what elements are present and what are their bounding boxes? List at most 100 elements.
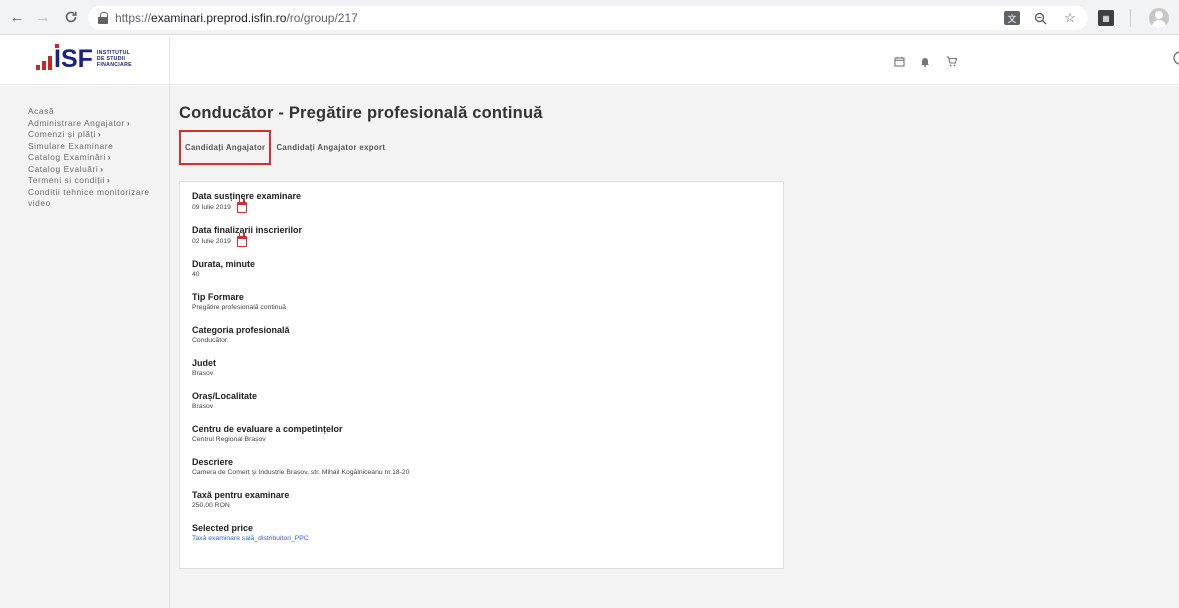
sidebar-item-administrare-angajator[interactable]: Administrare Angajator › xyxy=(28,118,169,130)
back-arrow-icon[interactable]: ← xyxy=(6,6,28,28)
url-host: examinari.preprod.isfin.ro xyxy=(151,11,287,25)
field-data-sustinere: Data susținere examinare 09 Iulie 2019 xyxy=(192,191,783,213)
url-scheme: https:// xyxy=(115,11,152,25)
lock-icon xyxy=(98,12,108,24)
field-value: Conducător xyxy=(192,337,228,344)
sidebar-item-simulare-examinare[interactable]: Simulare Examinare xyxy=(28,141,169,153)
calendar-icon[interactable] xyxy=(236,199,247,213)
chevron-right-icon: › xyxy=(100,163,104,174)
chevron-right-icon: › xyxy=(97,129,102,139)
forward-arrow-icon[interactable]: → xyxy=(32,6,54,28)
field-label: Oraș/Localitate xyxy=(192,391,258,401)
browser-actions: 文 ☆ ▦ xyxy=(1004,6,1169,30)
calendar-icon[interactable] xyxy=(893,55,905,67)
logo-subtitle: INSTITUTUL DE STUDII FINANCIARE xyxy=(97,50,132,68)
field-data-finalizare: Data finalizarii inscrierilor 02 Iulie 2… xyxy=(192,225,783,247)
page-title: Conducător - Pregătire profesională cont… xyxy=(179,104,543,122)
toolbar-separator xyxy=(1130,9,1131,27)
field-value: Pregătire profesională continuă xyxy=(192,304,287,311)
sidebar-item-termeni-si-conditii[interactable]: Termeni si condiții › xyxy=(28,175,169,187)
field-value-text: 02 Iulie 2019 xyxy=(192,237,231,245)
field-label: Data susținere examinare xyxy=(192,191,302,201)
logo-line: FINANCIARE xyxy=(96,62,132,68)
calendar-icon[interactable] xyxy=(236,233,247,247)
field-value: 250,00 RON xyxy=(192,502,230,509)
field-label: Judet xyxy=(192,358,217,368)
tab-candidati-angajator[interactable]: Candidați Angajator xyxy=(179,130,272,165)
field-label: Categoria profesională xyxy=(192,325,290,335)
logo-bars-icon xyxy=(36,48,52,70)
header-divider xyxy=(169,36,170,85)
field-label: Tip Formare xyxy=(192,292,244,302)
field-centru-evaluare: Centru de evaluare a competințelor Centr… xyxy=(192,424,783,445)
isf-logo[interactable]: ISF INSTITUTUL DE STUDII FINANCIARE xyxy=(36,42,144,76)
sidebar-item-comenzi-si-plati[interactable]: Comenzi și plăți › xyxy=(28,129,169,141)
sidebar-item-label: Catalog Evaluări xyxy=(28,163,99,174)
reload-icon-svg xyxy=(65,11,77,23)
sidebar-item-label: Conditii tehnice monitorizare video xyxy=(28,186,150,209)
profile-avatar-icon[interactable] xyxy=(1149,8,1169,28)
field-label: Data finalizarii inscrierilor xyxy=(192,225,303,235)
logo-bar xyxy=(48,56,52,70)
field-value: Centrul Regional Brașov xyxy=(192,436,266,443)
field-value-text: 09 Iulie 2019 xyxy=(192,203,231,211)
chevron-right-icon: › xyxy=(107,175,111,185)
field-label: Descriere xyxy=(192,457,234,467)
logo-bar xyxy=(36,65,40,70)
header-icons xyxy=(893,55,957,67)
field-descriere: Descriere Camera de Comerț și Industrie … xyxy=(192,457,783,478)
browser-toolbar: ← → https://examinari.preprod.isfin.ro/r… xyxy=(0,0,1179,35)
translate-icon[interactable]: 文 xyxy=(1004,11,1020,25)
field-label: Selected price xyxy=(192,523,254,533)
sidebar-item-conditii-tehnice[interactable]: Conditii tehnice monitorizare video xyxy=(28,187,158,210)
url-path: /ro/group/217 xyxy=(286,11,358,25)
field-value: 02 Iulie 2019 xyxy=(192,233,783,247)
field-durata: Durata, minute 40 xyxy=(192,259,783,280)
calendar-icon-svg xyxy=(893,56,905,67)
sidebar-item-catalog-evaluari[interactable]: Catalog Evaluări › xyxy=(28,164,169,176)
sidebar: Acasă Administrare Angajator › Comenzi și… xyxy=(0,86,170,608)
sidebar-item-catalog-examinari[interactable]: Catalog Examinări › xyxy=(28,152,169,164)
sidebar-item-label: Acasă xyxy=(28,106,55,116)
cart-icon[interactable] xyxy=(945,55,957,67)
user-menu-icon[interactable] xyxy=(1173,51,1179,68)
group-details-card: Data susținere examinare 09 Iulie 2019 D… xyxy=(179,181,784,569)
field-value: Camera de Comerț și Industrie Brașov, st… xyxy=(192,469,410,476)
field-categoria-profesionala: Categoria profesională Conducător xyxy=(192,325,783,346)
field-value: Brasov xyxy=(192,403,214,410)
extension-icon[interactable]: ▦ xyxy=(1098,10,1114,26)
sidebar-item-acasa[interactable]: Acasă xyxy=(28,106,169,118)
field-value: 09 Iulie 2019 xyxy=(192,199,783,213)
tab-bar: Candidați Angajator Candidați Angajator … xyxy=(179,130,390,165)
main-content: Conducător - Pregătire profesională cont… xyxy=(170,86,1179,608)
field-selected-price: Selected price Taxă examinare sală_distr… xyxy=(192,523,783,544)
chevron-right-icon: › xyxy=(126,117,131,128)
star-icon[interactable]: ☆ xyxy=(1060,8,1080,28)
tab-candidati-angajator-export[interactable]: Candidați Angajator export xyxy=(271,135,390,160)
field-tip-formare: Tip Formare Pregătire profesională conti… xyxy=(192,292,783,313)
sidebar-item-label: Simulare Examinare xyxy=(28,140,114,151)
field-value: 40 xyxy=(192,271,200,278)
reload-icon[interactable] xyxy=(60,6,82,28)
selected-price-link[interactable]: Taxă examinare sală_distribuitori_PPC xyxy=(192,534,783,544)
logo-wordmark: ISF xyxy=(54,43,93,73)
field-label: Durata, minute xyxy=(192,259,256,269)
field-judet: Judet Brasov xyxy=(192,358,783,379)
address-bar[interactable]: https://examinari.preprod.isfin.ro/ro/gr… xyxy=(88,6,1088,30)
zoom-icon-svg xyxy=(1034,12,1046,24)
sidebar-item-label: Termeni si condiții xyxy=(28,175,106,185)
bell-icon[interactable] xyxy=(919,55,931,67)
field-taxa-examinare: Taxă pentru examinare 250,00 RON xyxy=(192,490,783,511)
sidebar-item-label: Comenzi și plăți xyxy=(28,129,96,139)
logo-bar xyxy=(42,61,46,70)
field-oras: Oraș/Localitate Brasov xyxy=(192,391,783,412)
chevron-right-icon: › xyxy=(107,152,112,162)
field-label: Taxă pentru examinare xyxy=(192,490,290,500)
zoom-icon[interactable] xyxy=(1030,8,1050,28)
field-label: Centru de evaluare a competințelor xyxy=(192,424,343,434)
sidebar-item-label: Administrare Angajator xyxy=(28,117,125,128)
user-menu-icon-svg xyxy=(1173,51,1179,65)
sidebar-item-label: Catalog Examinări xyxy=(28,152,106,162)
cart-icon-svg xyxy=(946,55,957,66)
bell-icon-svg xyxy=(921,57,929,67)
